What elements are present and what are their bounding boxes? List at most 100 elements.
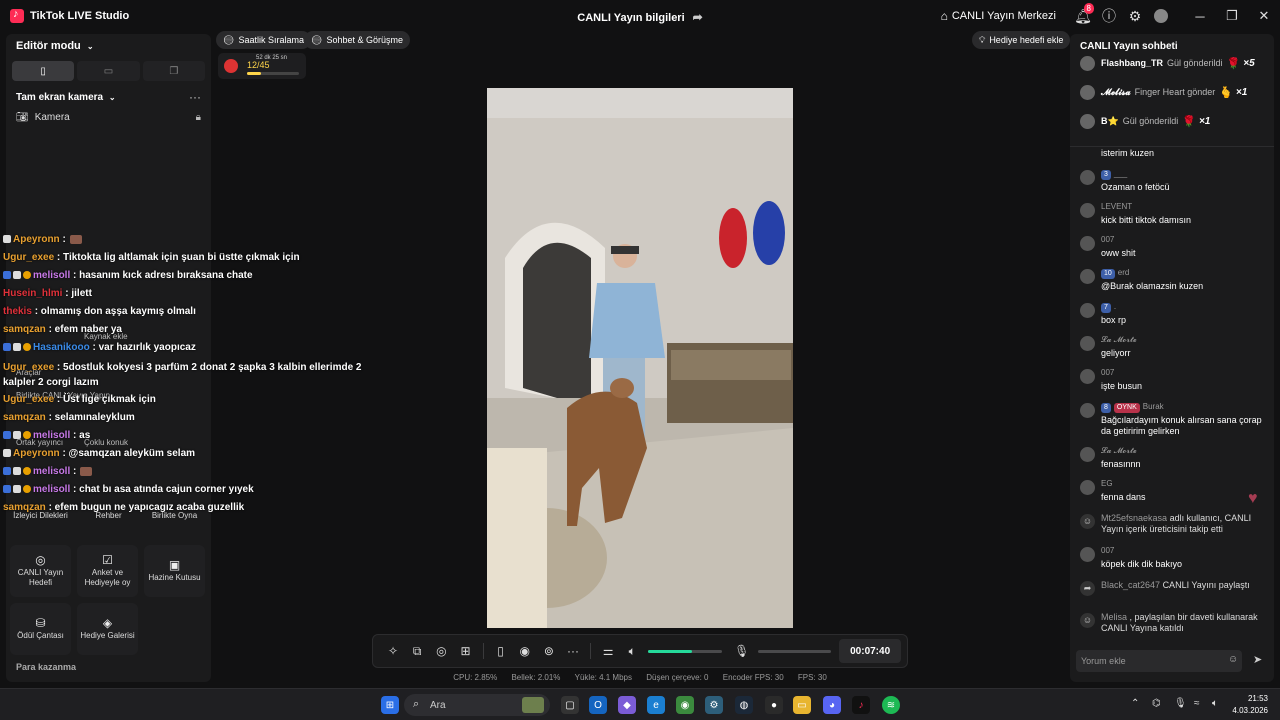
chat-message[interactable]: 007 işte busun bbox=[1080, 368, 1270, 398]
chat-message[interactable]: LEVENT kick bitti tiktok damısın bbox=[1080, 202, 1270, 232]
mic-volume-slider[interactable] bbox=[757, 649, 832, 653]
start-button[interactable]: ⊞ bbox=[381, 696, 399, 714]
tool-live-goal[interactable]: ◎ CANLI Yayın Hedefi bbox=[10, 545, 71, 597]
outlook-app[interactable]: O bbox=[589, 696, 607, 714]
volume-icon[interactable]: 🔈︎ bbox=[1212, 698, 1218, 709]
add-gift-goal-pill[interactable]: 💡︎ Hediye hedefi ekle bbox=[972, 31, 1071, 49]
multi-guest-label[interactable]: Çoklu konuk bbox=[84, 438, 128, 447]
game-app[interactable]: ● bbox=[765, 696, 783, 714]
send-button[interactable]: ➤ bbox=[1253, 653, 1262, 666]
chat-text: köpek dik dik bakıyo bbox=[1101, 559, 1183, 569]
chat-message[interactable]: EG fenna dans bbox=[1080, 479, 1270, 509]
home-icon: ⌂ bbox=[940, 9, 948, 23]
system-message[interactable]: ☺ Mt25efsnaekasa adlı kullanıcı, CANLI Ya… bbox=[1080, 513, 1270, 543]
title-right-controls: ⌂ CANLI Yayın Merkezi 🔔︎ 8 ⓘ ⚙ ─ ❐ ✕ bbox=[941, 0, 1280, 32]
editor-mode-dropdown[interactable]: Editör modu ⌄ bbox=[16, 40, 94, 52]
task-view-button[interactable]: ▢ bbox=[561, 696, 579, 714]
more-options-button[interactable]: ··· bbox=[189, 90, 201, 104]
gift-row[interactable]: B⭐ Gül gönderildi 🌹 ×1 bbox=[1080, 112, 1210, 130]
system-message[interactable]: ☺ Melisa , paylaşılan bir daveti kullanar… bbox=[1080, 612, 1270, 642]
stream-info-link[interactable]: CANLI Yayın bilgileri ➦ bbox=[577, 10, 702, 24]
tool-treasure-box[interactable]: ▣ Hazine Kutusu bbox=[144, 545, 205, 597]
tool-poll[interactable]: ☑ Anket ve Hediyeyle oy bbox=[77, 545, 138, 597]
emoji-button[interactable]: ☺ bbox=[1228, 654, 1238, 665]
audio-settings-button[interactable]: ⚌ bbox=[596, 639, 620, 664]
tool-reward-bag[interactable]: ⛁ Ödül Çantası bbox=[10, 603, 71, 655]
taskbar-search-input[interactable] bbox=[430, 697, 510, 713]
record-button[interactable]: ◉ bbox=[513, 639, 537, 664]
hourly-ranking-pill[interactable]: 🟡︎ Saatlik Sıralama bbox=[216, 31, 311, 49]
left-panel: Editör modu ⌄ ▯ ▭ ❐ Tam ekran kamera ⌄ ·… bbox=[6, 34, 211, 682]
minimize-button[interactable]: ─ bbox=[1184, 0, 1216, 32]
microphone-tray-icon[interactable]: 🎙︎ bbox=[1174, 698, 1187, 709]
steam-app[interactable]: ◍ bbox=[735, 696, 753, 714]
system-message[interactable]: ➦ Black_cat2647 CANLI Yayını paylaştı bbox=[1080, 580, 1270, 610]
chat-message[interactable]: 007 köpek dik dik bakıyo bbox=[1080, 546, 1270, 576]
chat-username: 𝓛𝓪 𝓜𝓸𝓻𝓽𝓮 bbox=[1101, 335, 1137, 344]
enhance-button[interactable]: ⧉ bbox=[405, 639, 429, 664]
overlay-chat-text: : bbox=[62, 234, 66, 245]
speaker-button[interactable]: 🔈︎ bbox=[620, 639, 644, 664]
tray-chevron-icon[interactable]: ⌃ bbox=[1131, 698, 1139, 709]
gift-row[interactable]: 𝓜𝓮𝓵𝓲𝓼𝓪 Finger Heart gönder 🫰 ×1 bbox=[1080, 83, 1247, 101]
send-icon: ➤ bbox=[1253, 654, 1263, 666]
camera-source-row[interactable]: 📷︎ Kamera 🔒︎ bbox=[16, 112, 201, 123]
tool-viewer-wishes[interactable]: İzleyici Dilekleri bbox=[10, 490, 71, 542]
spotify-app[interactable]: ≋ bbox=[882, 696, 900, 714]
portrait-button[interactable]: ▯ bbox=[12, 61, 75, 81]
taskbar-search[interactable]: ⌕ bbox=[404, 694, 550, 716]
chat-message[interactable]: 10 erd @Burak olamazsin kuzen bbox=[1080, 268, 1270, 298]
tool-gift-gallery[interactable]: ◈ Hediye Galerisi bbox=[77, 603, 138, 655]
chat-message[interactable]: 3 ___ Ozaman o fetöcü bbox=[1080, 169, 1270, 199]
gift-goal-widget[interactable]: 12/45 52 dk 25 sn bbox=[218, 53, 306, 79]
chevron-down-icon: ⌄ bbox=[108, 93, 116, 102]
settings-app[interactable]: ⚙ bbox=[705, 696, 723, 714]
captions-button[interactable]: ⊞ bbox=[453, 639, 477, 664]
chat-message[interactable]: 𝓛𝓪 𝓜𝓸𝓻𝓽𝓮 geliyorr bbox=[1080, 335, 1270, 365]
tool-play-together[interactable]: Birlikte Oyna bbox=[144, 490, 205, 542]
notifications-button[interactable]: 🔔︎ 8 bbox=[1070, 3, 1096, 29]
network-icon[interactable]: ⌬ bbox=[1152, 698, 1161, 709]
screenshot-button[interactable]: ⊚ bbox=[537, 639, 561, 664]
system-message-text: Mt25efsnaekasa adlı kullanıcı, CANLI Yay… bbox=[1101, 513, 1269, 535]
speaker-volume-slider[interactable] bbox=[648, 649, 722, 653]
copilot-app[interactable]: ◆ bbox=[618, 696, 636, 714]
gear-icon: ⚙ bbox=[709, 699, 719, 711]
chat-text: fenna dans bbox=[1101, 492, 1146, 502]
file-explorer-app[interactable]: ▭ bbox=[793, 696, 811, 714]
avatar bbox=[1080, 447, 1095, 462]
mic-button[interactable]: 🎙︎ bbox=[730, 639, 754, 664]
lock-icon[interactable]: 🔒︎ bbox=[196, 112, 201, 123]
close-button[interactable]: ✕ bbox=[1248, 0, 1280, 32]
chat-message[interactable]: 7. box rp bbox=[1080, 302, 1270, 332]
chat-message[interactable]: 007 oww shit bbox=[1080, 235, 1270, 265]
discord-app[interactable]: ◕ bbox=[823, 696, 841, 714]
comment-input[interactable] bbox=[1076, 650, 1242, 672]
help-button[interactable]: ⓘ bbox=[1096, 3, 1122, 29]
tiktok-app[interactable]: ♪ bbox=[852, 696, 870, 714]
scene-dropdown[interactable]: Tam ekran kamera ⌄ bbox=[16, 92, 116, 103]
avatar bbox=[1080, 236, 1095, 251]
filters-button[interactable]: ◎ bbox=[429, 639, 453, 664]
chat-message[interactable]: 8 OYNK Burak Bağcılardayım konuk alırsan sa… bbox=[1080, 402, 1270, 436]
chat-message[interactable]: 𝓛𝓪 𝓜𝓸𝓻𝓽𝓮 fenasınnn bbox=[1080, 446, 1270, 476]
chat-meet-pill[interactable]: 🟡︎ Sohbet & Görüşme bbox=[304, 31, 410, 49]
system-clock[interactable]: 21:53 4.03.2026 bbox=[1232, 693, 1268, 717]
lightbulb-icon: 💡︎ bbox=[979, 34, 986, 45]
landscape-button[interactable]: ▭ bbox=[77, 61, 140, 81]
more-controls-button[interactable]: ··· bbox=[561, 639, 585, 664]
edge-app[interactable]: e bbox=[647, 696, 665, 714]
chrome-app[interactable]: ◉ bbox=[676, 696, 694, 714]
phone-button[interactable]: ▯ bbox=[489, 639, 513, 664]
overlay-chat-text: : 5dostluk kokyesi 3 parfüm 2 donat 2 şa… bbox=[3, 362, 362, 388]
tool-guide[interactable]: Rehber bbox=[78, 490, 139, 542]
gift-row[interactable]: Flashbang_TR Gül gönderildi 🌹 ×5 bbox=[1080, 54, 1255, 72]
settings-button[interactable]: ⚙ bbox=[1122, 3, 1148, 29]
maximize-button[interactable]: ❐ bbox=[1216, 0, 1248, 32]
share-icon: ➦ bbox=[692, 10, 703, 24]
wifi-icon[interactable]: ≈ bbox=[1194, 698, 1200, 709]
effects-button[interactable]: ✧ bbox=[381, 639, 405, 664]
dual-button[interactable]: ❐ bbox=[142, 61, 205, 81]
live-center-button[interactable]: ⌂ CANLI Yayın Merkezi bbox=[941, 9, 1056, 23]
profile-button[interactable] bbox=[1148, 3, 1174, 29]
